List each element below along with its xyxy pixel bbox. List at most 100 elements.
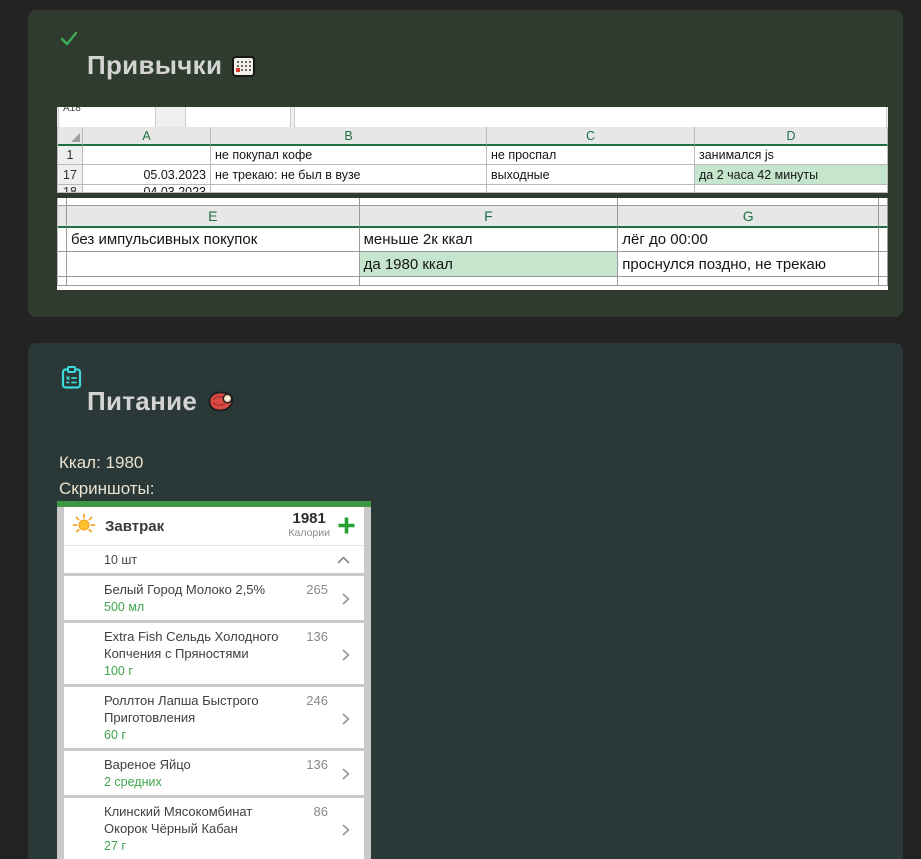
food-app-screenshot[interactable]: Завтрак 1981 Калории 10 шт Белый Город М… (57, 501, 371, 859)
food-item-portion: 60 г (104, 728, 126, 742)
chevron-right-icon (342, 592, 350, 610)
meal-count-row: 10 шт (64, 545, 364, 573)
meal-count: 10 шт (104, 552, 138, 567)
excel-formula-bar: A18 (57, 107, 888, 127)
row-number: 18 (58, 185, 83, 193)
sheet-cell: занимался js (695, 146, 888, 165)
food-items-list: Белый Город Молоко 2,5% 265 500 мл Extra Fi… (64, 576, 364, 859)
sheet-cell (211, 185, 487, 193)
col-header (879, 206, 888, 228)
sunrise-icon-glyph (72, 513, 96, 532)
sheet-cell (58, 252, 67, 277)
sheet-row (58, 277, 888, 286)
food-item-calories: 246 (306, 693, 328, 708)
sheet-header-row: ABCD (58, 127, 888, 146)
excel-name-box: A18 (58, 107, 156, 127)
excel-grid-top: A B C D 1 не покупал кофе не проспал занимался … (57, 127, 888, 193)
sheet-cell: проснулся поздно, не трекаю (618, 252, 880, 277)
food-item: Вареное Яйцо 136 2 средних (64, 751, 364, 795)
chevron-right-glyph (342, 824, 350, 835)
sheet-cell: не покупал кофе (211, 146, 487, 165)
food-item: Клинский Мясокомбинат Окорок Чёрный Каба… (64, 798, 364, 859)
sheet-row: 18 04.03.2023 (58, 185, 888, 193)
sheet-cell: 04.03.2023 (83, 185, 211, 193)
check-icon-glyph (60, 31, 78, 46)
chevron-right-glyph (342, 593, 350, 605)
col-header: E (67, 206, 360, 228)
sheet-cell: не трекаю: не был в вузе (211, 165, 487, 185)
sheet-cell: выходные (487, 165, 695, 185)
chevron-right-icon (342, 823, 350, 841)
habits-spreadsheet-top[interactable]: A18 A B C D 1 не покупал кофе не проспал занима… (57, 107, 888, 193)
sheet-partial-row (58, 198, 888, 206)
nutrition-title: Питание (87, 386, 235, 420)
sheet-row: 1 не покупал кофе не проспал занимался js (58, 146, 888, 165)
clipboard-icon (61, 366, 82, 394)
col-header: D (695, 127, 888, 146)
col-header: B (211, 127, 487, 146)
meat-emoji-glyph (208, 391, 234, 412)
food-item-portion: 100 г (104, 664, 133, 678)
sheet-cell (879, 198, 888, 206)
row-number: 1 (58, 146, 83, 165)
sheet-cell: 05.03.2023 (83, 165, 211, 185)
col-header: C (487, 127, 695, 146)
row-number: 17 (58, 165, 83, 185)
sheet-cell (67, 252, 360, 277)
food-item-portion: 500 мл (104, 600, 145, 614)
sheet-cell (58, 277, 67, 286)
food-item-name: Вареное Яйцо (104, 757, 191, 772)
sheet-cell (83, 146, 211, 165)
clipboard-icon-glyph (61, 366, 82, 389)
chevron-right-icon (342, 767, 350, 785)
food-item-name: Роллтон Лапша Быстрого Приготовления (104, 693, 259, 725)
excel-formula-input (294, 107, 887, 127)
kcal-line: Ккал: 1980 (59, 453, 144, 472)
sheet-cell: лёг до 00:00 (618, 228, 880, 252)
food-item-portion: 27 г (104, 839, 126, 853)
meat-emoji (207, 389, 235, 420)
sheet-cell: без импульсивных покупок (67, 228, 360, 252)
sheet-header-row: EFG (58, 206, 888, 228)
food-item-calories: 265 (306, 582, 328, 597)
sheet-cell (359, 277, 619, 286)
col-header (58, 206, 67, 228)
habits-section: Привычки A18 A B C D 1 не покупал кофе н… (28, 10, 903, 317)
food-item-name: Клинский Мясокомбинат Окорок Чёрный Каба… (104, 804, 253, 836)
food-item: Роллтон Лапша Быстрого Приготовления 246 6… (64, 687, 364, 748)
sheet-cell (879, 277, 888, 286)
sunrise-icon (72, 513, 96, 540)
chevron-right-icon (342, 648, 350, 666)
sheet-row: без импульсивных покупок меньше 2к ккал лё… (58, 228, 888, 252)
sheet-cell (67, 277, 360, 286)
sheet-cell (359, 198, 619, 206)
sheet-cell (487, 185, 695, 193)
food-item-portion: 2 средних (104, 775, 162, 789)
food-item: Белый Город Молоко 2,5% 265 500 мл (64, 576, 364, 620)
food-item-calories: 136 (306, 757, 328, 772)
col-header: G (618, 206, 880, 228)
chevron-up-icon (337, 553, 350, 567)
chevron-right-glyph (342, 713, 350, 724)
food-item-calories: 86 (313, 804, 328, 819)
meal-calories-label: Калории (288, 527, 330, 539)
habits-title: Привычки (87, 50, 256, 84)
nutrition-section: Питание Ккал: 1980 Скриншоты: Завтрак 19… (28, 343, 903, 859)
nutrition-title-text: Питание (87, 386, 198, 416)
sheet-cell (879, 252, 888, 277)
sheet-cell (618, 277, 880, 286)
sheet-cell: не проспал (487, 146, 695, 165)
col-header: F (359, 206, 619, 228)
chevron-right-glyph (342, 768, 350, 780)
habits-spreadsheet-bottom[interactable]: E F Gбез импульсивных покупок меньше 2к кка… (57, 198, 888, 290)
check-icon[interactable] (60, 30, 78, 52)
sheet-row: 17 05.03.2023 не трекаю: не был в вузе выхо… (58, 165, 888, 185)
excel-fx-buttons (185, 107, 291, 127)
food-item: Extra Fish Сельдь Холодного Копчения с П… (64, 623, 364, 684)
food-item-name: Белый Город Молоко 2,5% (104, 582, 266, 597)
food-item-name: Extra Fish Сельдь Холодного Копчения с П… (104, 629, 279, 661)
sheet-corner-cell (58, 127, 83, 146)
sheet-cell: да 2 часа 42 минуты (695, 165, 888, 185)
food-item-calories: 136 (306, 629, 328, 644)
meal-calories-stack: 1981 Калории (288, 511, 330, 540)
